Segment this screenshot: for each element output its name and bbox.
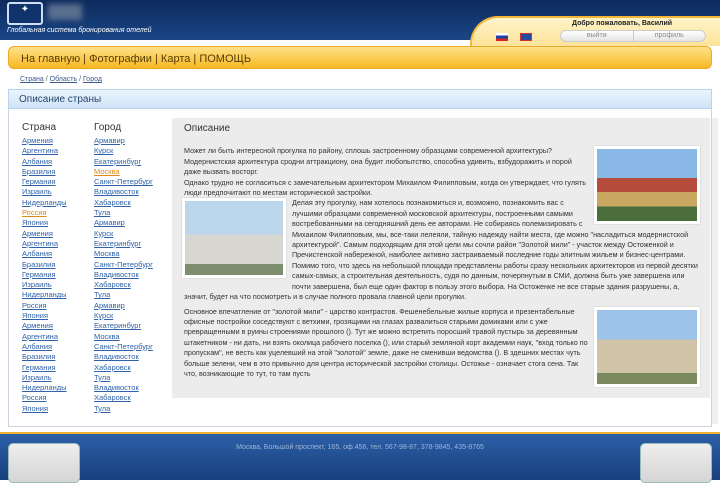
city-link[interactable]: Армавир [94,136,153,146]
country-link[interactable]: Россия [22,301,67,311]
country-link[interactable]: Россия [22,208,67,218]
country-link[interactable]: Германия [22,270,67,280]
city-link[interactable]: Санкт-Петербург [94,260,153,270]
country-link[interactable]: Армения [22,229,67,239]
gum-photo[interactable] [594,306,700,387]
city-link[interactable]: Тула [94,290,153,300]
country-list: Армения Аргентина Албания Бразилия Германия И… [22,136,67,414]
city-link[interactable]: Хабаровск [94,280,153,290]
city-link[interactable]: Владивосток [94,187,153,197]
city-link[interactable]: Курск [94,311,153,321]
country-link[interactable]: Бразилия [22,167,67,177]
profile-button[interactable]: профиль [634,31,706,41]
city-link[interactable]: Тула [94,373,153,383]
country-link[interactable]: Германия [22,177,67,187]
city-link[interactable]: Санкт-Петербург [94,342,153,352]
city-link[interactable]: Владивосток [94,352,153,362]
country-link[interactable]: Албания [22,249,67,259]
city-link[interactable]: Владивосток [94,383,153,393]
country-link[interactable]: Албания [22,342,67,352]
city-link[interactable]: Санкт-Петербург [94,177,153,187]
nav-home[interactable]: На главную [21,53,80,65]
country-link[interactable]: Албания [22,157,67,167]
country-link[interactable]: Аргентина [22,146,67,156]
city-header: Город [94,122,122,133]
country-link[interactable]: Япония [22,311,67,321]
footer-right-button[interactable] [640,443,712,483]
city-link[interactable]: Тула [94,404,153,414]
city-link[interactable]: Хабаровск [94,198,153,208]
city-link[interactable]: Курск [94,146,153,156]
city-link[interactable]: Курск [94,229,153,239]
logo-tagline: Глобальная система бронирования отелей [7,27,152,34]
city-link[interactable]: Владивосток [94,270,153,280]
uk-flag-icon[interactable] [520,33,532,41]
city-link[interactable]: Хабаровск [94,363,153,373]
breadcrumb: Страна / Область / Город [20,76,102,83]
kremlin-photo[interactable] [594,146,700,225]
city-link[interactable]: Москва [94,249,153,259]
country-link[interactable]: Бразилия [22,260,67,270]
logo-blurred [48,4,82,20]
footer: Москва, Большой проспект, 165, оф.456, т… [0,432,720,483]
user-buttons: выйти профиль [560,30,706,42]
ru-flag-icon[interactable] [496,33,508,41]
city-link[interactable]: Екатеринбург [94,321,153,331]
footer-address: Москва, Большой проспект, 165, оф.456, т… [236,444,484,451]
nav-help[interactable]: ПОМОЩЬ [199,53,251,65]
breadcrumb-country[interactable]: Страна [20,76,44,83]
description-title: Описание [184,123,231,134]
city-list: Армавир Курск Екатеринбург Москва Санкт-Пете… [94,136,153,414]
country-link[interactable]: Япония [22,218,67,228]
breadcrumb-city[interactable]: Город [83,76,102,83]
country-link[interactable]: Нидерланды [22,198,67,208]
country-link[interactable]: Израиль [22,187,67,197]
nav-photos[interactable]: Фотографии [89,53,152,65]
country-link[interactable]: Армения [22,136,67,146]
country-link[interactable]: Бразилия [22,352,67,362]
city-link[interactable]: Екатеринбург [94,157,153,167]
city-link[interactable]: Екатеринбург [94,239,153,249]
main-nav: На главную | Фотографии | Карта | ПОМОЩЬ [8,46,712,69]
country-link[interactable]: Нидерланды [22,383,67,393]
country-header: Страна [22,122,57,133]
scrollbar[interactable] [712,118,718,424]
country-link[interactable]: Израиль [22,280,67,290]
tower-photo[interactable] [182,198,286,279]
city-link[interactable]: Армавир [94,301,153,311]
country-link[interactable]: Россия [22,393,67,403]
country-link[interactable]: Нидерланды [22,290,67,300]
welcome-text: Добро пожаловать, Василий [572,20,673,27]
country-link[interactable]: Аргентина [22,332,67,342]
city-link[interactable]: Армавир [94,218,153,228]
logo-icon[interactable]: ✦ [7,2,43,25]
country-link[interactable]: Израиль [22,373,67,383]
description-box: Описание Может ли быть интересной прогул… [172,118,710,398]
city-link[interactable]: Москва [94,167,153,177]
country-link[interactable]: Япония [22,404,67,414]
panel-title: Описание страны [8,89,712,109]
country-link[interactable]: Аргентина [22,239,67,249]
logout-button[interactable]: выйти [561,31,634,41]
nav-map[interactable]: Карта [161,53,190,65]
country-link[interactable]: Армения [22,321,67,331]
city-link[interactable]: Тула [94,208,153,218]
city-link[interactable]: Москва [94,332,153,342]
country-link[interactable]: Германия [22,363,67,373]
city-link[interactable]: Хабаровск [94,393,153,403]
breadcrumb-region[interactable]: Область [50,76,77,83]
